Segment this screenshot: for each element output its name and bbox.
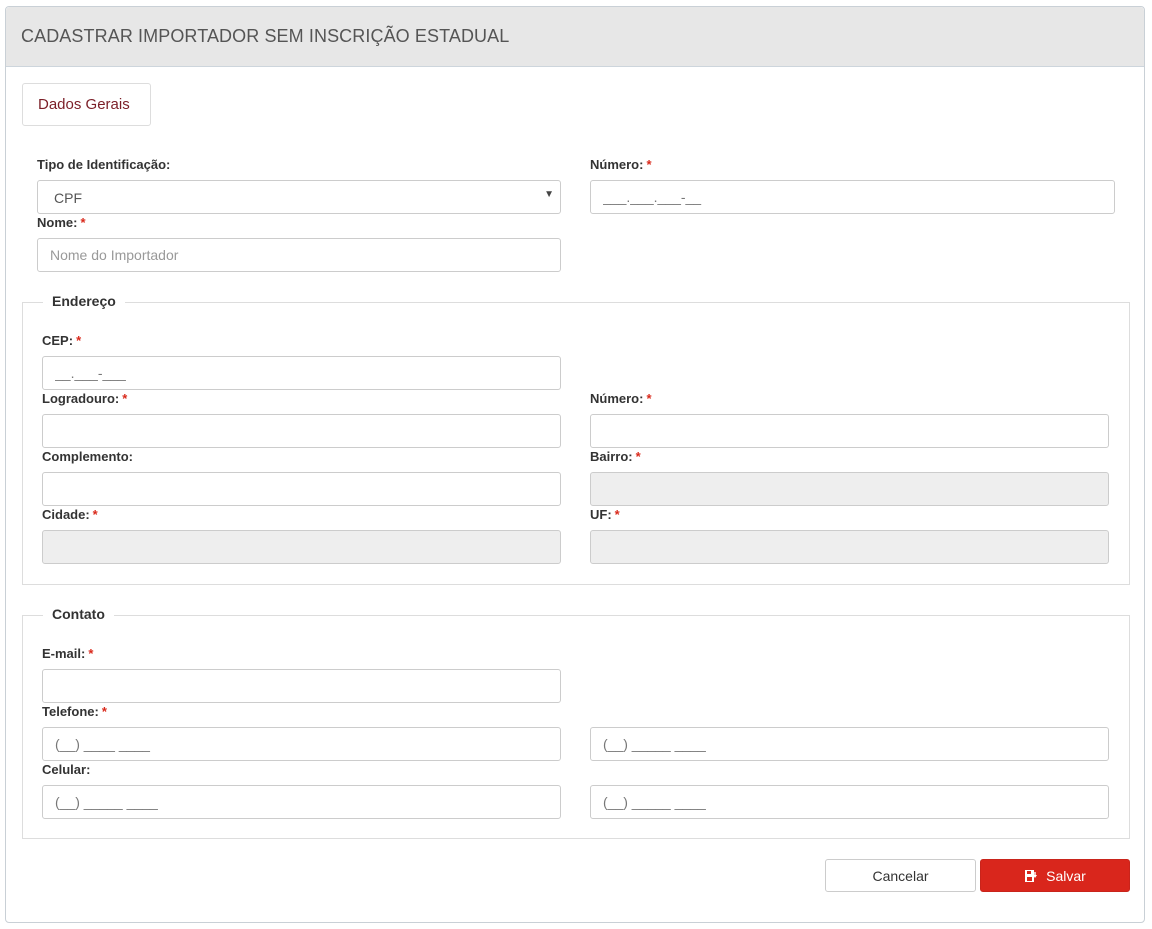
save-label: Salvar [1046,867,1086,884]
importer-form-panel: CADASTRAR IMPORTADOR SEM INSCRIÇÃO ESTAD… [5,6,1145,923]
tab-dados-gerais[interactable]: Dados Gerais [22,83,151,126]
logradouro-input[interactable] [42,414,561,448]
logradouro-label: Logradouro: * [42,391,128,406]
cep-label: CEP: * [42,333,82,348]
cancel-label: Cancelar [872,867,929,884]
save-icon [1025,869,1038,882]
panel-header: CADASTRAR IMPORTADOR SEM INSCRIÇÃO ESTAD… [6,7,1144,67]
telefone-label: Telefone: * [42,704,107,719]
email-label: E-mail: * [42,646,94,661]
numero-label: Número: * [590,157,652,172]
bairro-input [590,472,1109,506]
tipo-identificacao-select[interactable]: CPF ▼ [37,180,561,214]
telefone-secundario-input[interactable] [590,727,1109,761]
telefone-input[interactable] [42,727,561,761]
uf-label: UF: * [590,507,620,522]
complemento-label: Complemento: [42,449,133,464]
tipo-identificacao-value: CPF [54,190,82,206]
email-input[interactable] [42,669,561,703]
numero-documento-input[interactable] [590,180,1115,214]
endereco-numero-label: Número: * [590,391,652,406]
uf-input [590,530,1109,564]
complemento-input[interactable] [42,472,561,506]
cancel-button[interactable]: Cancelar [825,859,976,892]
nome-importador-input[interactable] [37,238,561,272]
cep-input[interactable] [42,356,561,390]
tipo-identificacao-label: Tipo de Identificação: [37,157,171,172]
save-button[interactable]: Salvar [980,859,1130,892]
endereco-legend: Endereço [43,293,125,309]
bairro-label: Bairro: * [590,449,641,464]
tab-label: Dados Gerais [38,96,130,113]
page-title: CADASTRAR IMPORTADOR SEM INSCRIÇÃO ESTAD… [21,26,510,46]
celular-secundario-input[interactable] [590,785,1109,819]
celular-input[interactable] [42,785,561,819]
cidade-input [42,530,561,564]
cidade-label: Cidade: * [42,507,98,522]
celular-label: Celular: [42,762,91,777]
chevron-down-icon: ▼ [544,189,554,200]
nome-label: Nome: * [37,215,86,230]
endereco-numero-input[interactable] [590,414,1109,448]
contato-legend: Contato [43,606,114,622]
